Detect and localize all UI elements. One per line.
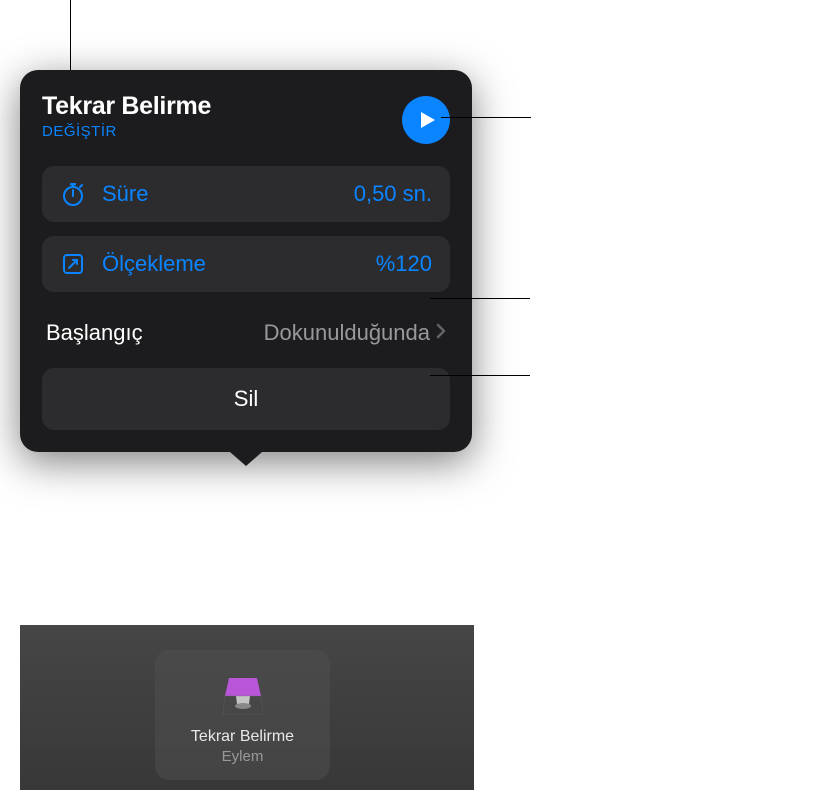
popover-title: Tekrar Belirme (42, 92, 211, 121)
scale-value: %120 (376, 251, 432, 277)
animation-settings-popover: Tekrar Belirme DEĞİŞTİR Süre 0,50 sn. (20, 70, 472, 452)
popover-title-group[interactable]: Tekrar Belirme DEĞİŞTİR (42, 92, 211, 140)
change-button[interactable]: DEĞİŞTİR (42, 123, 211, 140)
duration-label: Süre (102, 181, 354, 207)
delete-button[interactable]: Sil (42, 368, 450, 430)
thumbnail-title: Tekrar Belirme (191, 728, 294, 746)
scale-label: Ölçekleme (102, 251, 376, 277)
callout-line (441, 117, 531, 118)
chevron-right-icon (436, 323, 446, 344)
lamp-icon (217, 674, 269, 720)
duration-row[interactable]: Süre 0,50 sn. (42, 166, 450, 222)
animation-thumbnail[interactable]: Tekrar Belirme Eylem (155, 650, 330, 780)
start-value: Dokunulduğunda (264, 320, 430, 346)
start-label: Başlangıç (46, 320, 264, 346)
popover-header: Tekrar Belirme DEĞİŞTİR (42, 92, 450, 144)
play-button[interactable] (402, 96, 450, 144)
scale-row[interactable]: Ölçekleme %120 (42, 236, 450, 292)
callout-line (430, 375, 530, 376)
callout-line (70, 0, 71, 70)
play-icon (419, 110, 437, 130)
thumbnail-subtitle: Eylem (222, 748, 264, 765)
callout-line (430, 298, 530, 299)
start-row[interactable]: Başlangıç Dokunulduğunda (42, 306, 450, 360)
stopwatch-icon (60, 181, 86, 207)
duration-value: 0,50 sn. (354, 181, 432, 207)
scale-icon (60, 251, 86, 277)
